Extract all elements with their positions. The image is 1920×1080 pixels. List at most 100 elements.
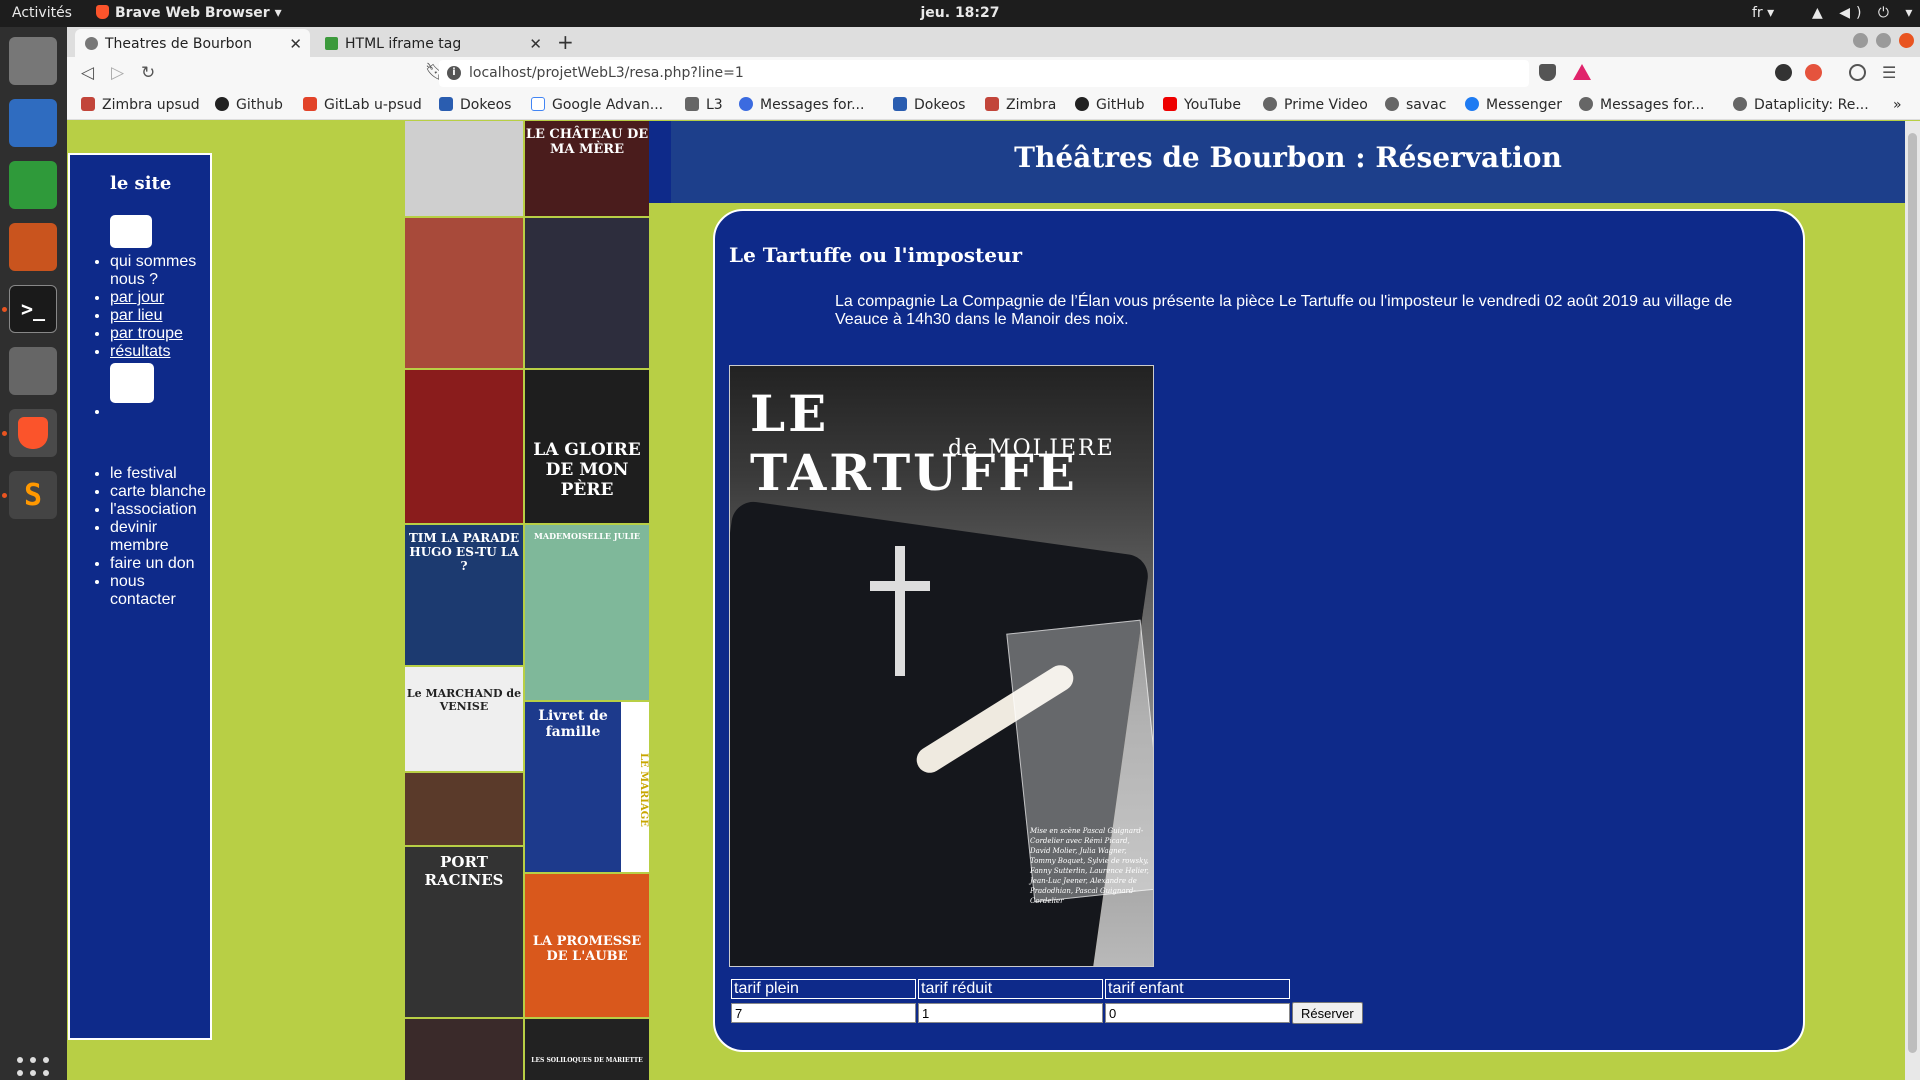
poster-cross-graphic xyxy=(895,546,905,676)
bookmark-item[interactable]: YouTube xyxy=(1163,97,1241,113)
incognito-extension-icon[interactable] xyxy=(1775,64,1792,81)
bookmark-item[interactable]: Dataplicity: Re... xyxy=(1733,97,1869,113)
play-title: Le Tartuffe ou l'imposteur xyxy=(729,243,1023,267)
zimbra-icon xyxy=(81,97,95,111)
bookmark-item[interactable]: Zimbra xyxy=(985,97,1056,113)
sidebar-item-devenir-membre: devinir membre xyxy=(110,519,210,555)
show-applications-icon[interactable] xyxy=(17,1057,49,1080)
poster-tim-la-parade: TIM LA PARADE HUGO ES-TU LA ? xyxy=(405,525,523,665)
tab-theatres-de-bourbon[interactable]: Theatres de Bourbon ✕ xyxy=(75,29,310,57)
google-icon xyxy=(531,97,545,111)
poster-port-racines: PORT RACINES xyxy=(405,847,523,1017)
w3schools-icon xyxy=(325,37,338,50)
bookmark-label: Dokeos xyxy=(460,97,512,113)
bookmark-item[interactable]: GitHub xyxy=(1075,97,1145,113)
sidebar-link-resultats[interactable]: résultats xyxy=(110,343,170,360)
bookmark-item[interactable]: GitLab u-psud xyxy=(303,97,422,113)
poster-bottom-left xyxy=(405,1019,523,1080)
bookmarks-overflow-button[interactable]: » xyxy=(1893,97,1902,113)
sublime-text-icon[interactable]: S xyxy=(9,471,57,519)
poster-rowboat xyxy=(405,121,523,216)
sidebar-menu-site: qui sommes nous ? par jour par lieu par … xyxy=(110,253,205,361)
bookmark-item[interactable]: Github xyxy=(215,97,283,113)
bookmark-item[interactable]: Messages for... xyxy=(1579,97,1704,113)
back-icon[interactable]: ◁ xyxy=(81,63,94,83)
running-indicator xyxy=(2,307,7,312)
bookmark-item[interactable]: Prime Video xyxy=(1263,97,1368,113)
page-scrollbar[interactable] xyxy=(1905,121,1920,1080)
play-description: La compagnie La Compagnie de l’Élan vous… xyxy=(835,293,1733,328)
poster-troupe-photo xyxy=(405,773,523,845)
settings-icon[interactable] xyxy=(9,347,57,395)
forward-icon[interactable]: ▷ xyxy=(111,63,124,83)
system-tray[interactable]: ▲ ◀) ⏻ ▾ xyxy=(1812,5,1918,21)
sidebar-link-par-troupe[interactable]: par troupe xyxy=(110,325,183,342)
close-tab-icon[interactable]: ✕ xyxy=(289,35,302,53)
shopping-cart-icon[interactable] xyxy=(110,363,154,403)
impress-icon[interactable] xyxy=(9,223,57,271)
bookmark-item[interactable]: savac xyxy=(1385,97,1446,113)
system-top-bar: Activités Brave Web Browser ▾ jeu. 18:27… xyxy=(0,0,1920,27)
page-header: Théâtres de Bourbon : Réservation xyxy=(649,121,1905,203)
scrollbar-thumb[interactable] xyxy=(1908,133,1917,1053)
tarif-enfant-input[interactable] xyxy=(1105,1003,1290,1024)
poster-wedding xyxy=(525,218,649,368)
terminal-icon[interactable]: >_ xyxy=(9,285,57,333)
close-window-icon[interactable] xyxy=(1899,33,1914,48)
bookmark-item[interactable]: Dokeos xyxy=(893,97,965,113)
reload-icon[interactable]: ↻ xyxy=(141,63,155,83)
play-poster: LE TARTUFFE de MOLIERE Mise en scène Pas… xyxy=(729,365,1154,967)
globe-icon xyxy=(1385,97,1399,111)
sidebar-title: le site xyxy=(110,173,172,194)
bookmark-item[interactable]: Messenger xyxy=(1465,97,1562,113)
bookmark-label: YouTube xyxy=(1184,97,1241,113)
input-language-indicator[interactable]: fr ▾ xyxy=(1752,5,1774,21)
files-icon[interactable] xyxy=(9,37,57,85)
poster-livret-de-famille: Livret de famille xyxy=(525,702,621,872)
clock[interactable]: jeu. 18:27 xyxy=(0,5,1920,21)
tab-label: Theatres de Bourbon xyxy=(105,36,252,52)
bookmark-label: Messages for... xyxy=(760,97,865,113)
bookmark-folder[interactable]: L3 xyxy=(685,97,723,113)
reserver-button[interactable]: Réserver xyxy=(1292,1002,1363,1024)
brave-browser-icon[interactable] xyxy=(9,409,57,457)
tarif-reduit-input[interactable] xyxy=(918,1003,1103,1024)
tab-strip: Theatres de Bourbon ✕ HTML iframe tag ✕ … xyxy=(67,27,1920,57)
header-tarif-plein: tarif plein xyxy=(731,979,916,999)
bookmark-item[interactable]: Google Advan... xyxy=(531,97,663,113)
new-tab-button[interactable]: + xyxy=(557,30,574,54)
close-tab-icon[interactable]: ✕ xyxy=(529,35,542,53)
poster-credits: Mise en scène Pascal Guignard-Cordelier … xyxy=(1030,827,1149,905)
poster-le-mariage: LE MARIAGE xyxy=(621,702,649,872)
sidebar-item-faire-un-don: faire un don xyxy=(110,555,210,573)
writer-icon[interactable] xyxy=(9,99,57,147)
poster-mademoiselle-julie: MADEMOISELLE JULIE xyxy=(525,525,649,700)
reservation-panel: Le Tartuffe ou l'imposteur La compagnie … xyxy=(713,209,1805,1052)
sidebar-link-par-lieu[interactable]: par lieu xyxy=(110,307,162,324)
sidebar-item-carte-blanche: carte blanche xyxy=(110,483,210,501)
brave-shields-icon[interactable] xyxy=(1539,64,1556,81)
extension-icon[interactable] xyxy=(1805,64,1822,81)
zimbra-icon xyxy=(985,97,999,111)
minimize-icon[interactable] xyxy=(1853,33,1868,48)
bookmark-item[interactable]: Zimbra upsud xyxy=(81,97,200,113)
menu-icon[interactable]: ☰ xyxy=(1882,63,1896,82)
calc-icon[interactable] xyxy=(9,161,57,209)
address-bar[interactable]: i localhost/projetWebL3/resa.php?line=1 xyxy=(439,60,1529,87)
bookmark-item[interactable]: Dokeos xyxy=(439,97,511,113)
sidebar: le site qui sommes nous ? par jour par l… xyxy=(68,153,212,1040)
site-info-icon[interactable]: i xyxy=(447,66,461,80)
sidebar-link-par-jour[interactable]: par jour xyxy=(110,289,164,306)
maximize-icon[interactable] xyxy=(1876,33,1891,48)
globe-icon xyxy=(1733,97,1747,111)
sidebar-item-qui-sommes-nous: qui sommes nous ? xyxy=(110,253,205,289)
bookmark-label: GitHub xyxy=(1096,97,1145,113)
tab-html-iframe-tag[interactable]: HTML iframe tag ✕ xyxy=(315,29,550,57)
url-text[interactable]: localhost/projetWebL3/resa.php?line=1 xyxy=(469,65,744,81)
poster-soliloques-de-mariette: LES SOLILOQUES DE MARIETTE xyxy=(525,1019,649,1080)
tarif-plein-input[interactable] xyxy=(731,1003,916,1024)
bookmark-item[interactable]: Messages for... xyxy=(739,97,864,113)
poster-cross-graphic xyxy=(870,581,930,591)
brave-rewards-icon[interactable] xyxy=(1573,64,1591,80)
profile-icon[interactable] xyxy=(1849,64,1866,81)
